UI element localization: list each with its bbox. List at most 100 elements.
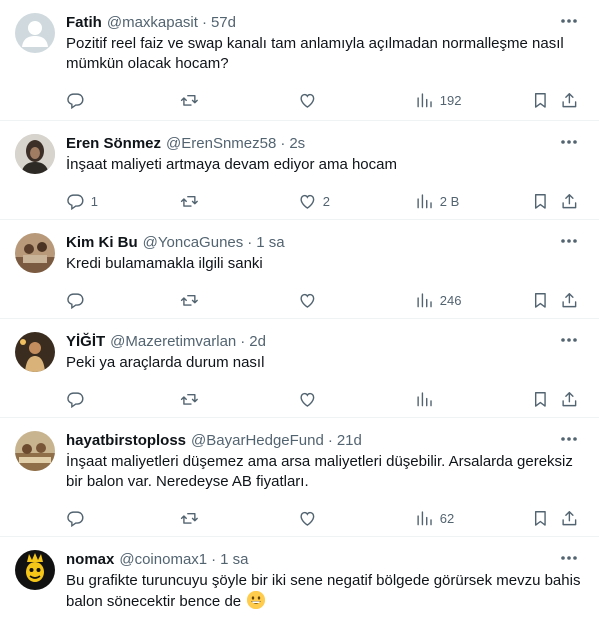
timestamp[interactable]: 2d	[249, 333, 266, 350]
display-name[interactable]: hayatbirstoploss	[66, 432, 186, 449]
display-name[interactable]: Kim Ki Bu	[66, 234, 138, 251]
views-button[interactable]: 62	[415, 508, 454, 528]
tweet-header: nomax @coinomax1 · 1 sa	[66, 549, 583, 569]
views-icon	[417, 511, 432, 525]
replies-feed: Fatih @maxkapasit · 57d Pozitif reel fai…	[0, 0, 599, 624]
views-icon	[417, 293, 432, 307]
timestamp[interactable]: 1 sa	[220, 551, 248, 568]
heart-icon	[300, 93, 315, 108]
display-name[interactable]: Fatih	[66, 14, 102, 31]
timestamp[interactable]: 2s	[289, 135, 305, 152]
like-button[interactable]	[298, 290, 323, 310]
timestamp[interactable]: 21d	[337, 432, 362, 449]
view-count: 192	[439, 92, 462, 108]
separator-dot: ·	[201, 13, 207, 31]
more-options-icon[interactable]	[559, 432, 579, 446]
reply-tweet[interactable]: YİĞİT @Mazeretimvarlan · 2d Peki ya araç…	[0, 319, 599, 418]
reply-tweet[interactable]: nomax @coinomax1 · 1 sa Bu grafikte turu…	[0, 537, 599, 624]
share-button[interactable]	[560, 290, 579, 310]
bookmark-icon	[534, 391, 546, 407]
share-button[interactable]	[560, 90, 579, 110]
bookmark-button[interactable]	[531, 508, 550, 528]
bookmark-button[interactable]	[531, 191, 550, 211]
user-handle[interactable]: @BayarHedgeFund	[191, 432, 324, 449]
heart-icon	[300, 293, 315, 308]
like-button[interactable]: 2	[298, 191, 330, 211]
tweet-actions: 62	[66, 501, 583, 535]
like-button[interactable]	[298, 90, 323, 110]
reply-count: 1	[90, 193, 98, 209]
user-handle[interactable]: @ErenSnmez58	[166, 135, 276, 152]
avatar[interactable]	[15, 431, 55, 471]
reply-tweet[interactable]: Kim Ki Bu @YoncaGunes · 1 sa Kredi bulam…	[0, 220, 599, 319]
views-button[interactable]: 2 B	[415, 191, 459, 211]
user-handle[interactable]: @coinomax1	[119, 551, 207, 568]
user-handle[interactable]: @Mazeretimvarlan	[110, 333, 236, 350]
repost-icon	[180, 393, 198, 405]
separator-dot: ·	[280, 134, 286, 152]
tweet-text: Kredi bulamamakla ilgili sanki	[66, 255, 263, 272]
profile-photo	[15, 134, 55, 174]
share-button[interactable]	[560, 191, 579, 211]
reply-button[interactable]	[66, 389, 91, 409]
views-icon	[417, 392, 432, 406]
avatar[interactable]	[15, 233, 55, 273]
tweet-actions	[66, 382, 583, 416]
user-handle[interactable]: @maxkapasit	[107, 14, 198, 31]
share-button[interactable]	[560, 508, 579, 528]
more-options-icon[interactable]	[559, 333, 579, 347]
avatar[interactable]	[15, 13, 55, 53]
user-handle[interactable]: @YoncaGunes	[143, 234, 244, 251]
tweet-actions: 1 2 2 B	[66, 184, 583, 218]
more-options-icon[interactable]	[559, 14, 579, 28]
views-button[interactable]: 246	[415, 290, 461, 310]
share-button[interactable]	[560, 389, 579, 409]
display-name[interactable]: Eren Sönmez	[66, 135, 161, 152]
bookmark-icon	[534, 510, 546, 526]
views-button[interactable]: 192	[415, 90, 461, 110]
display-name[interactable]: nomax	[66, 551, 114, 568]
heart-icon	[300, 392, 315, 407]
tweet-text: Peki ya araçlarda durum nasıl	[66, 354, 265, 371]
repost-icon	[180, 512, 198, 524]
reply-tweet[interactable]: Eren Sönmez @ErenSnmez58 · 2s İnşaat mal…	[0, 121, 599, 220]
separator-dot: ·	[211, 550, 217, 568]
repost-button[interactable]	[180, 290, 205, 310]
profile-photo	[15, 550, 55, 590]
more-options-icon[interactable]	[559, 551, 579, 565]
tweet-header: YİĞİT @Mazeretimvarlan · 2d	[66, 331, 583, 351]
reply-icon	[67, 194, 84, 210]
reply-icon	[67, 93, 84, 109]
reply-tweet[interactable]: hayatbirstoploss @BayarHedgeFund · 21d İ…	[0, 418, 599, 537]
bookmark-icon	[534, 193, 546, 209]
repost-button[interactable]	[180, 508, 205, 528]
view-count: 2 B	[439, 193, 460, 209]
reply-tweet[interactable]: Fatih @maxkapasit · 57d Pozitif reel fai…	[0, 0, 599, 121]
repost-button[interactable]	[180, 389, 205, 409]
like-button[interactable]	[298, 389, 323, 409]
share-icon	[562, 292, 577, 307]
bookmark-button[interactable]	[531, 90, 550, 110]
display-name[interactable]: YİĞİT	[66, 333, 105, 350]
avatar[interactable]	[15, 550, 55, 590]
tweet-header: hayatbirstoploss @BayarHedgeFund · 21d	[66, 430, 583, 450]
reply-button[interactable]	[66, 290, 91, 310]
repost-button[interactable]	[180, 191, 205, 211]
timestamp[interactable]: 57d	[211, 14, 236, 31]
reply-button[interactable]	[66, 508, 91, 528]
views-button[interactable]	[415, 389, 440, 409]
profile-photo	[15, 233, 55, 273]
share-icon	[562, 510, 577, 525]
reply-button[interactable]	[66, 90, 91, 110]
more-options-icon[interactable]	[559, 135, 579, 149]
more-options-icon[interactable]	[559, 234, 579, 248]
bookmark-button[interactable]	[531, 290, 550, 310]
avatar[interactable]	[15, 134, 55, 174]
avatar[interactable]	[15, 332, 55, 372]
like-button[interactable]	[298, 508, 323, 528]
reply-button[interactable]: 1	[66, 191, 98, 211]
timestamp[interactable]: 1 sa	[256, 234, 284, 251]
repost-button[interactable]	[180, 90, 205, 110]
bookmark-button[interactable]	[531, 389, 550, 409]
profile-photo	[15, 332, 55, 372]
